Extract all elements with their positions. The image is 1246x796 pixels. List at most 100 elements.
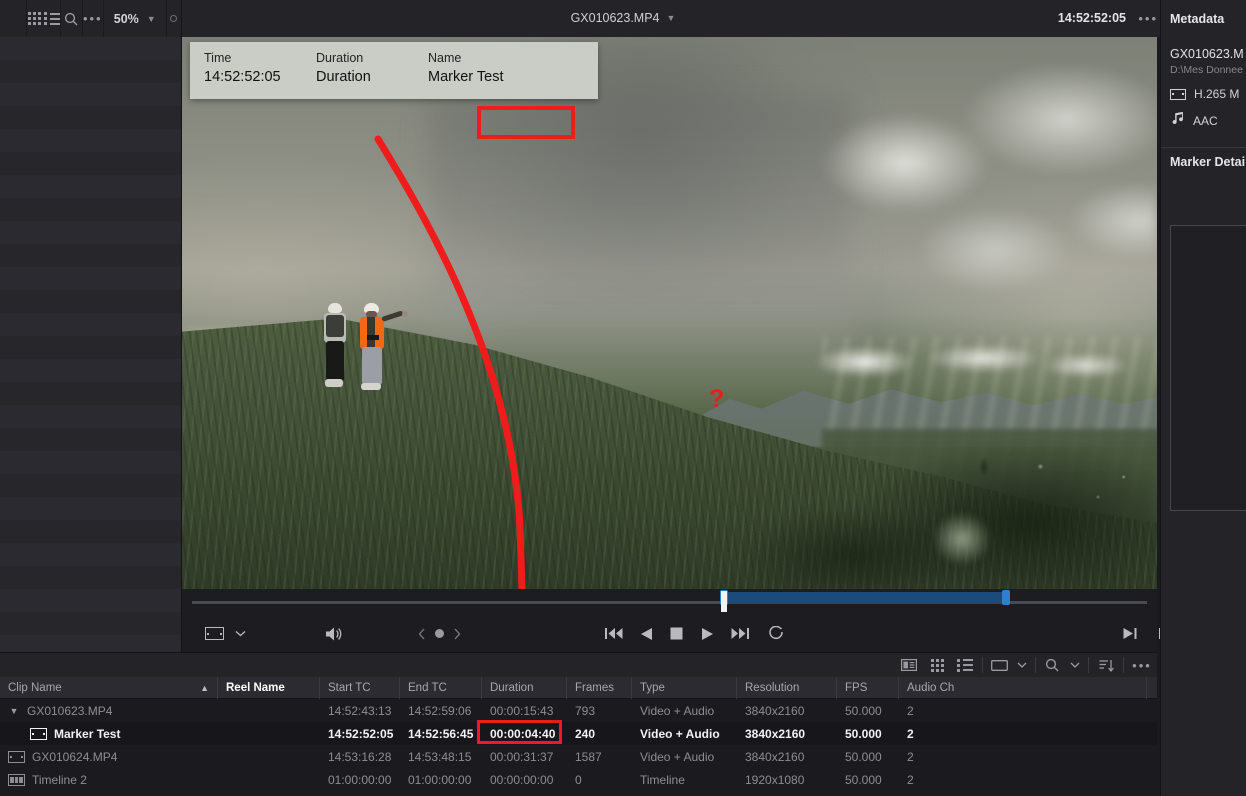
metadata-audio-codec: AAC bbox=[1193, 113, 1218, 128]
go-to-out-point-icon[interactable] bbox=[1123, 627, 1137, 640]
in-out-range[interactable] bbox=[722, 592, 1007, 604]
more-options-icon[interactable]: ••• bbox=[1127, 653, 1157, 678]
table-row[interactable]: Marker Test 14:52:52:05 14:52:56:45 00:00:0… bbox=[0, 722, 1157, 745]
cell-value: 14:53:16:28 bbox=[328, 749, 392, 764]
jump-to-start-icon[interactable] bbox=[605, 627, 623, 640]
table-header-type[interactable]: Type bbox=[632, 676, 737, 699]
chevron-down-icon[interactable] bbox=[235, 630, 246, 637]
cell-type: Video + Audio bbox=[632, 722, 737, 745]
cell-frames: 1587 bbox=[567, 745, 632, 768]
list-view-icon[interactable] bbox=[43, 0, 60, 37]
table-header-duration[interactable]: Duration bbox=[482, 676, 567, 699]
table-header-clip-name[interactable]: Clip Name ▲ bbox=[0, 676, 218, 699]
table-header-label: Frames bbox=[575, 681, 614, 694]
light-shrub bbox=[917, 499, 1007, 579]
search-icon[interactable] bbox=[61, 0, 82, 37]
table-header-label: Duration bbox=[490, 681, 534, 694]
viewer-scrubber[interactable] bbox=[182, 589, 1157, 615]
grid-view-icon[interactable] bbox=[26, 0, 43, 37]
table-row[interactable]: GX010624.MP4 14:53:16:28 14:53:48:15 00:00:… bbox=[0, 745, 1157, 768]
cell-value: 3840x2160 bbox=[745, 749, 805, 764]
table-header-frames[interactable]: Frames bbox=[567, 676, 632, 699]
zoom-level-value: 50% bbox=[113, 11, 139, 26]
cell-value: Video + Audio bbox=[640, 749, 715, 764]
cell-end_tc: 14:52:56:45 bbox=[400, 722, 482, 745]
viewer-more-options-icon[interactable]: ••• bbox=[1138, 10, 1158, 28]
chevron-down-icon[interactable] bbox=[1065, 653, 1085, 678]
video-preview[interactable]: Time 14:52:52:05 Duration Duration Name … bbox=[182, 37, 1157, 589]
list-view-icon[interactable] bbox=[951, 653, 979, 678]
jump-to-end-icon[interactable] bbox=[731, 627, 749, 640]
chevron-down-icon[interactable] bbox=[1012, 653, 1032, 678]
cell-frames: 0 bbox=[567, 768, 632, 791]
cell-frames: 240 bbox=[567, 722, 632, 745]
table-header-reel-name[interactable]: Reel Name bbox=[218, 676, 320, 699]
clip-title-dropdown[interactable]: GX010623.MP4 ▼ bbox=[571, 11, 676, 25]
table-header-end-tc[interactable]: End TC bbox=[400, 676, 482, 699]
cell-reel bbox=[218, 768, 320, 791]
metadata-section-title: Marker Detai bbox=[1170, 155, 1246, 169]
chevron-down-icon[interactable]: ▼ bbox=[8, 706, 20, 716]
more-options-icon[interactable]: ••• bbox=[82, 0, 103, 37]
table-row[interactable]: ▼ GX010623.MP4 14:52:43:13 14:52:59:06 00:00… bbox=[0, 699, 1157, 722]
table-header-audio-ch[interactable]: Audio Ch bbox=[899, 676, 1147, 699]
thumbnail-view-icon[interactable] bbox=[923, 653, 951, 678]
volume-icon[interactable] bbox=[325, 626, 345, 642]
hiker-left bbox=[320, 303, 350, 389]
cell-value: 50.000 bbox=[845, 772, 882, 787]
cell-duration: 00:00:04:40 bbox=[482, 722, 567, 745]
table-header-start-tc[interactable]: Start TC bbox=[320, 676, 400, 699]
search-icon[interactable] bbox=[1039, 653, 1065, 678]
bright-clouds bbox=[797, 47, 1157, 337]
cell-value: 50.000 bbox=[845, 749, 882, 764]
metadata-video-codec-row: H.265 M bbox=[1170, 87, 1246, 101]
cell-type: Timeline bbox=[632, 768, 737, 791]
clip-name-label: Marker Test bbox=[54, 726, 121, 741]
sort-order-icon[interactable] bbox=[1092, 653, 1120, 678]
table-row[interactable]: Timeline 2 01:00:00:00 01:00:00:00 00:00:00… bbox=[0, 768, 1157, 791]
cell-value: 01:00:00:00 bbox=[408, 772, 472, 787]
record-dot-icon[interactable] bbox=[166, 0, 181, 37]
media-pool-sidebar[interactable] bbox=[0, 37, 182, 652]
cell-value: Video + Audio bbox=[640, 703, 715, 718]
cell-start_tc: 14:53:16:28 bbox=[320, 745, 400, 768]
marker-time-label: Time bbox=[204, 51, 232, 65]
cell-duration: 00:00:00:00 bbox=[482, 768, 567, 791]
cell-resolution: 1920x1080 bbox=[737, 768, 837, 791]
table-header-label: Audio Ch bbox=[907, 681, 955, 694]
cell-value: 14:52:56:45 bbox=[408, 726, 474, 741]
table-header-resolution[interactable]: Resolution bbox=[737, 676, 837, 699]
clip-name-label: Timeline 2 bbox=[32, 772, 87, 787]
stop-icon[interactable] bbox=[670, 627, 683, 640]
metadata-view-icon[interactable] bbox=[895, 653, 923, 678]
table-header-label: FPS bbox=[845, 681, 868, 694]
table-header-fps[interactable]: FPS bbox=[837, 676, 899, 699]
playhead[interactable] bbox=[721, 591, 727, 612]
marker-details-textarea[interactable] bbox=[1170, 225, 1246, 511]
play-icon[interactable] bbox=[701, 627, 714, 641]
next-marker-icon[interactable] bbox=[453, 628, 461, 640]
play-reverse-icon[interactable] bbox=[640, 627, 653, 641]
tab-metadata[interactable]: Metadata bbox=[1160, 0, 1246, 37]
cell-value: 14:52:52:05 bbox=[328, 726, 394, 741]
cell-value: 50.000 bbox=[845, 703, 882, 718]
marker-dot-icon[interactable] bbox=[434, 628, 445, 639]
cell-value: 2 bbox=[907, 749, 914, 764]
metadata-video-codec: H.265 M bbox=[1194, 87, 1240, 101]
loop-icon[interactable] bbox=[768, 626, 785, 641]
zoom-level-select[interactable]: 50% ▼ bbox=[104, 0, 166, 37]
cell-reel bbox=[218, 745, 320, 768]
clip-name-label: GX010623.MP4 bbox=[27, 703, 113, 718]
out-point-handle[interactable] bbox=[1002, 590, 1010, 605]
sort-ascending-icon[interactable]: ▲ bbox=[200, 683, 209, 693]
metadata-divider bbox=[1161, 147, 1246, 148]
clip-shape-icon[interactable] bbox=[986, 653, 1012, 678]
cell-fps: 50.000 bbox=[837, 722, 899, 745]
film-icon bbox=[1170, 88, 1186, 100]
cell-value: 3840x2160 bbox=[745, 703, 805, 718]
marker-duration-label: Duration bbox=[316, 51, 364, 65]
previous-marker-icon[interactable] bbox=[418, 628, 426, 640]
cell-type: Video + Audio bbox=[632, 745, 737, 768]
viewer-mode-icon[interactable] bbox=[205, 627, 224, 640]
cell-value: Timeline bbox=[640, 772, 685, 787]
